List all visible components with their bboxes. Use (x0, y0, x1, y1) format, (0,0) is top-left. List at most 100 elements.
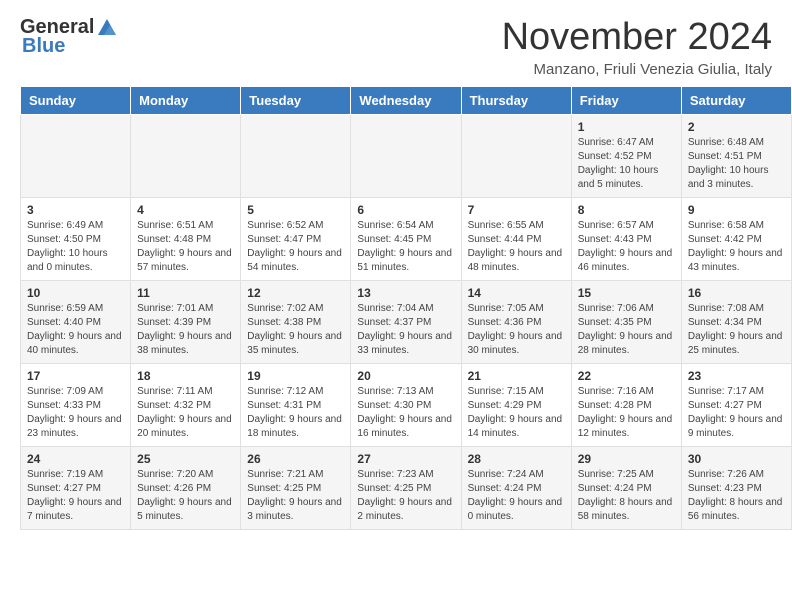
logo: General Blue (20, 16, 120, 58)
day-cell: 14 Sunrise: 7:05 AM Sunset: 4:36 PM Dayli… (461, 281, 571, 364)
week-row-5: 24 Sunrise: 7:19 AM Sunset: 4:27 PM Dayli… (21, 447, 792, 530)
day-number: 15 (578, 286, 675, 300)
day-number: 30 (688, 452, 785, 466)
page-header: General Blue November 2024 Manzano, Friu… (0, 0, 792, 86)
day-number: 4 (137, 203, 234, 217)
day-cell: 10 Sunrise: 6:59 AM Sunset: 4:40 PM Dayli… (21, 281, 131, 364)
month-title: November 2024 (502, 16, 772, 59)
day-number: 26 (247, 452, 344, 466)
day-number: 2 (688, 120, 785, 134)
day-number: 6 (357, 203, 454, 217)
day-info: Sunrise: 7:26 AM Sunset: 4:23 PM Dayligh… (688, 468, 785, 524)
day-cell: 1 Sunrise: 6:47 AM Sunset: 4:52 PM Daylig… (571, 115, 681, 198)
day-cell: 29 Sunrise: 7:25 AM Sunset: 4:24 PM Dayli… (571, 447, 681, 530)
day-cell: 13Sunrise: 7:04 AM Sunset: 4:37 PM Dayli… (351, 281, 461, 364)
day-cell: 15 Sunrise: 7:06 AM Sunset: 4:35 PM Dayli… (571, 281, 681, 364)
day-number: 21 (468, 369, 565, 383)
day-number: 14 (468, 286, 565, 300)
day-cell: 22Sunrise: 7:16 AM Sunset: 4:28 PM Dayli… (571, 364, 681, 447)
day-cell: 26 Sunrise: 7:21 AM Sunset: 4:25 PM Dayli… (241, 447, 351, 530)
location-text: Manzano, Friuli Venezia Giulia, Italy (502, 61, 772, 78)
day-cell: 28Sunrise: 7:24 AM Sunset: 4:24 PM Dayli… (461, 447, 571, 530)
day-info: Sunrise: 6:51 AM Sunset: 4:48 PM Dayligh… (137, 219, 234, 275)
day-info: Sunrise: 7:17 AM Sunset: 4:27 PM Dayligh… (688, 385, 785, 441)
day-info: Sunrise: 7:15 AM Sunset: 4:29 PM Dayligh… (468, 385, 565, 441)
day-info: Sunrise: 7:21 AM Sunset: 4:25 PM Dayligh… (247, 468, 344, 524)
day-cell (461, 115, 571, 198)
day-number: 8 (578, 203, 675, 217)
day-number: 1 (578, 120, 675, 134)
day-number: 9 (688, 203, 785, 217)
header-cell-wednesday: Wednesday (351, 87, 461, 115)
day-number: 5 (247, 203, 344, 217)
calendar-wrapper: SundayMondayTuesdayWednesdayThursdayFrid… (0, 86, 792, 540)
header-row: SundayMondayTuesdayWednesdayThursdayFrid… (21, 87, 792, 115)
day-cell: 9Sunrise: 6:58 AM Sunset: 4:42 PM Daylig… (681, 198, 791, 281)
day-cell: 2 Sunrise: 6:48 AM Sunset: 4:51 PM Daylig… (681, 115, 791, 198)
day-info: Sunrise: 7:05 AM Sunset: 4:36 PM Dayligh… (468, 302, 565, 358)
day-cell: 27 Sunrise: 7:23 AM Sunset: 4:25 PM Dayli… (351, 447, 461, 530)
day-number: 16 (688, 286, 785, 300)
day-info: Sunrise: 7:20 AM Sunset: 4:26 PM Dayligh… (137, 468, 234, 524)
day-info: Sunrise: 6:55 AM Sunset: 4:44 PM Dayligh… (468, 219, 565, 275)
day-cell (241, 115, 351, 198)
calendar-body: 1 Sunrise: 6:47 AM Sunset: 4:52 PM Daylig… (21, 115, 792, 530)
day-info: Sunrise: 7:09 AM Sunset: 4:33 PM Dayligh… (27, 385, 124, 441)
header-cell-friday: Friday (571, 87, 681, 115)
day-number: 7 (468, 203, 565, 217)
day-cell: 7 Sunrise: 6:55 AM Sunset: 4:44 PM Daylig… (461, 198, 571, 281)
calendar-table: SundayMondayTuesdayWednesdayThursdayFrid… (20, 86, 792, 530)
day-info: Sunrise: 6:47 AM Sunset: 4:52 PM Dayligh… (578, 136, 675, 192)
day-number: 27 (357, 452, 454, 466)
day-info: Sunrise: 7:25 AM Sunset: 4:24 PM Dayligh… (578, 468, 675, 524)
day-info: Sunrise: 6:59 AM Sunset: 4:40 PM Dayligh… (27, 302, 124, 358)
day-info: Sunrise: 7:16 AM Sunset: 4:28 PM Dayligh… (578, 385, 675, 441)
day-cell (131, 115, 241, 198)
day-info: Sunrise: 6:52 AM Sunset: 4:47 PM Dayligh… (247, 219, 344, 275)
header-cell-sunday: Sunday (21, 87, 131, 115)
day-cell: 20Sunrise: 7:13 AM Sunset: 4:30 PM Dayli… (351, 364, 461, 447)
day-cell: 4 Sunrise: 6:51 AM Sunset: 4:48 PM Daylig… (131, 198, 241, 281)
day-number: 10 (27, 286, 124, 300)
header-cell-saturday: Saturday (681, 87, 791, 115)
header-cell-thursday: Thursday (461, 87, 571, 115)
day-cell: 17 Sunrise: 7:09 AM Sunset: 4:33 PM Dayli… (21, 364, 131, 447)
header-cell-monday: Monday (131, 87, 241, 115)
day-cell: 6 Sunrise: 6:54 AM Sunset: 4:45 PM Daylig… (351, 198, 461, 281)
day-number: 17 (27, 369, 124, 383)
day-info: Sunrise: 6:57 AM Sunset: 4:43 PM Dayligh… (578, 219, 675, 275)
header-cell-tuesday: Tuesday (241, 87, 351, 115)
calendar-header: SundayMondayTuesdayWednesdayThursdayFrid… (21, 87, 792, 115)
day-info: Sunrise: 7:06 AM Sunset: 4:35 PM Dayligh… (578, 302, 675, 358)
day-number: 18 (137, 369, 234, 383)
week-row-3: 10 Sunrise: 6:59 AM Sunset: 4:40 PM Dayli… (21, 281, 792, 364)
day-number: 29 (578, 452, 675, 466)
day-cell: 25 Sunrise: 7:20 AM Sunset: 4:26 PM Dayli… (131, 447, 241, 530)
day-info: Sunrise: 7:04 AM Sunset: 4:37 PM Dayligh… (357, 302, 454, 358)
day-number: 11 (137, 286, 234, 300)
day-number: 24 (27, 452, 124, 466)
day-cell: 30 Sunrise: 7:26 AM Sunset: 4:23 PM Dayli… (681, 447, 791, 530)
title-block: November 2024 Manzano, Friuli Venezia Gi… (502, 16, 772, 78)
day-cell (351, 115, 461, 198)
day-info: Sunrise: 7:24 AM Sunset: 4:24 PM Dayligh… (468, 468, 565, 524)
day-info: Sunrise: 6:54 AM Sunset: 4:45 PM Dayligh… (357, 219, 454, 275)
day-info: Sunrise: 7:08 AM Sunset: 4:34 PM Dayligh… (688, 302, 785, 358)
day-cell: 19 Sunrise: 7:12 AM Sunset: 4:31 PM Dayli… (241, 364, 351, 447)
day-info: Sunrise: 7:12 AM Sunset: 4:31 PM Dayligh… (247, 385, 344, 441)
day-cell (21, 115, 131, 198)
day-cell: 18Sunrise: 7:11 AM Sunset: 4:32 PM Dayli… (131, 364, 241, 447)
day-info: Sunrise: 7:23 AM Sunset: 4:25 PM Dayligh… (357, 468, 454, 524)
day-cell: 11Sunrise: 7:01 AM Sunset: 4:39 PM Dayli… (131, 281, 241, 364)
day-info: Sunrise: 6:48 AM Sunset: 4:51 PM Dayligh… (688, 136, 785, 192)
day-cell: 23Sunrise: 7:17 AM Sunset: 4:27 PM Dayli… (681, 364, 791, 447)
day-cell: 3Sunrise: 6:49 AM Sunset: 4:50 PM Daylig… (21, 198, 131, 281)
day-info: Sunrise: 7:19 AM Sunset: 4:27 PM Dayligh… (27, 468, 124, 524)
logo-icon (96, 17, 118, 39)
day-number: 19 (247, 369, 344, 383)
day-cell: 12Sunrise: 7:02 AM Sunset: 4:38 PM Dayli… (241, 281, 351, 364)
day-info: Sunrise: 7:13 AM Sunset: 4:30 PM Dayligh… (357, 385, 454, 441)
day-number: 25 (137, 452, 234, 466)
day-cell: 8 Sunrise: 6:57 AM Sunset: 4:43 PM Daylig… (571, 198, 681, 281)
logo-blue-text: Blue (22, 35, 65, 58)
